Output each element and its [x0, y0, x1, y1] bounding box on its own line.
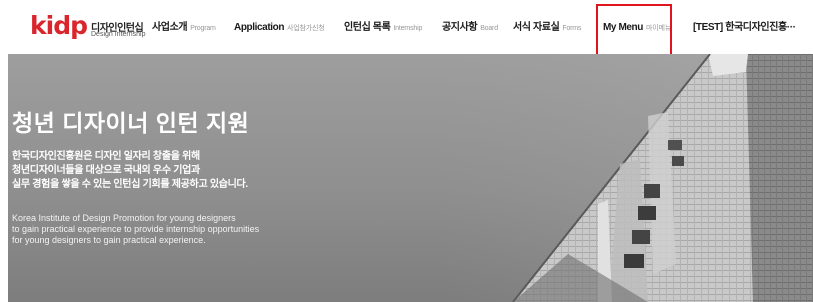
- hero-en-line: for young designers to gain practical ex…: [12, 235, 206, 245]
- nav-item-program[interactable]: 사업소개 Program: [152, 16, 216, 36]
- nav-label: 사업소개: [152, 22, 188, 33]
- nav-item-internship[interactable]: 인턴십 목록 Internship: [344, 16, 422, 36]
- nav-label: 서식 자료실: [513, 22, 560, 33]
- nav-sublabel: 사업참가신청: [287, 25, 325, 32]
- nav-sublabel: Program: [190, 25, 216, 32]
- nav-label: 인턴십 목록: [344, 22, 391, 33]
- hero-en-line: to gain practical experience to provide …: [12, 224, 260, 234]
- hero-en-line: Korea Institute of Design Promotion for …: [12, 213, 236, 223]
- nav-label: Application: [234, 22, 285, 33]
- nav-label: [TEST] 한국디자인진흥···: [693, 22, 796, 33]
- hero-ko-line: 실무 경험을 쌓을 수 있는 인턴십 기회를 제공하고 있습니다.: [12, 179, 248, 190]
- hero-description-ko: 한국디자인진흥원은 디자인 일자리 창출을 위해 청년디자이너들을 대상으로 국…: [12, 150, 432, 192]
- nav-item-application[interactable]: Application 사업참가신청: [234, 16, 325, 36]
- nav-sublabel: Forms: [562, 25, 582, 32]
- nav-sublabel: 마이메뉴: [645, 25, 671, 32]
- nav-sublabel: Internship: [393, 25, 423, 32]
- logo-mark: kidp: [30, 11, 88, 40]
- hero-ko-line: 청년디자이너들을 대상으로 국내외 우수 기업과: [12, 165, 200, 176]
- hero-ko-line: 한국디자인진흥원은 디자인 일자리 창출을 위해: [12, 151, 200, 162]
- nav-item-my-menu[interactable]: My Menu 마이메뉴: [603, 16, 671, 36]
- nav-label: My Menu: [603, 22, 643, 33]
- site-header: kidp 디자인인턴십 Design Internship 사업소개 Progra…: [0, 0, 813, 56]
- logo-subtitle: Design Internship: [91, 31, 146, 38]
- nav-sublabel: Board: [480, 25, 498, 32]
- hero-description-en: Korea Institute of Design Promotion for …: [12, 213, 432, 246]
- nav-item-user-org[interactable]: [TEST] 한국디자인진흥···: [693, 16, 796, 36]
- nav-item-forms[interactable]: 서식 자료실 Forms: [513, 16, 581, 36]
- hero-banner: 청년 디자이너 인턴 지원 한국디자인진흥원은 디자인 일자리 창출을 위해 청…: [8, 54, 813, 302]
- nav-label: 공지사항: [442, 22, 478, 33]
- nav-item-board[interactable]: 공지사항 Board: [442, 16, 498, 36]
- hero-title: 청년 디자이너 인턴 지원: [12, 110, 250, 136]
